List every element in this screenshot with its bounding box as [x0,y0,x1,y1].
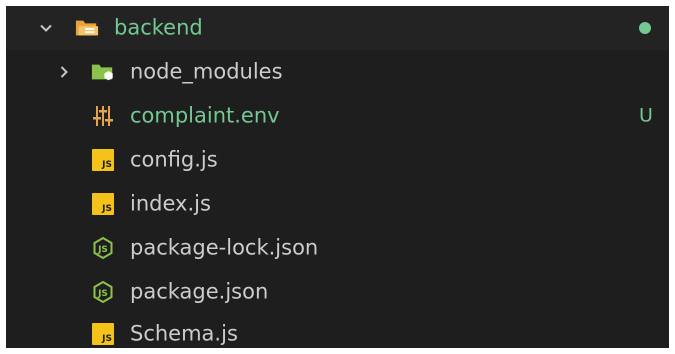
nodejs-icon: JS [91,280,115,304]
tree-item-label: package-lock.json [130,235,319,260]
git-status-untracked: U [639,104,653,127]
js-file-icon: JS [91,148,115,172]
tree-item-label: package.json [130,279,269,304]
git-modified-dot [639,22,651,34]
tree-item-package-json[interactable]: JS package.json [6,270,669,314]
tree-item-complaint-env[interactable]: complaint.env U [6,94,669,138]
tree-item-index-js[interactable]: JS index.js [6,182,669,226]
tree-item-package-lock-json[interactable]: JS package-lock.json [6,226,669,270]
js-file-icon: JS [91,322,115,346]
tree-item-label: Schema.js [130,321,238,346]
nodejs-icon: JS [91,236,115,260]
tree-item-label: index.js [130,191,211,216]
tree-item-config-js[interactable]: JS config.js [6,138,669,182]
folder-icon [91,60,115,84]
tree-item-backend[interactable]: backend [6,6,669,50]
file-explorer-tree: backend node_modules complaint.env U JS … [6,6,669,348]
tree-item-node-modules[interactable]: node_modules [6,50,669,94]
tree-item-label: node_modules [130,59,283,84]
tree-item-label: complaint.env [130,103,280,128]
env-settings-icon [91,104,115,128]
tree-item-label: config.js [130,147,218,172]
js-file-icon: JS [91,192,115,216]
folder-open-icon [75,16,99,40]
chevron-down-icon[interactable] [38,20,54,36]
tree-item-label: backend [114,15,203,40]
chevron-right-icon[interactable] [56,64,72,80]
tree-item-schema-js[interactable]: JS Schema.js [6,312,669,348]
svg-text:JS: JS [97,245,108,255]
svg-text:JS: JS [97,289,108,299]
